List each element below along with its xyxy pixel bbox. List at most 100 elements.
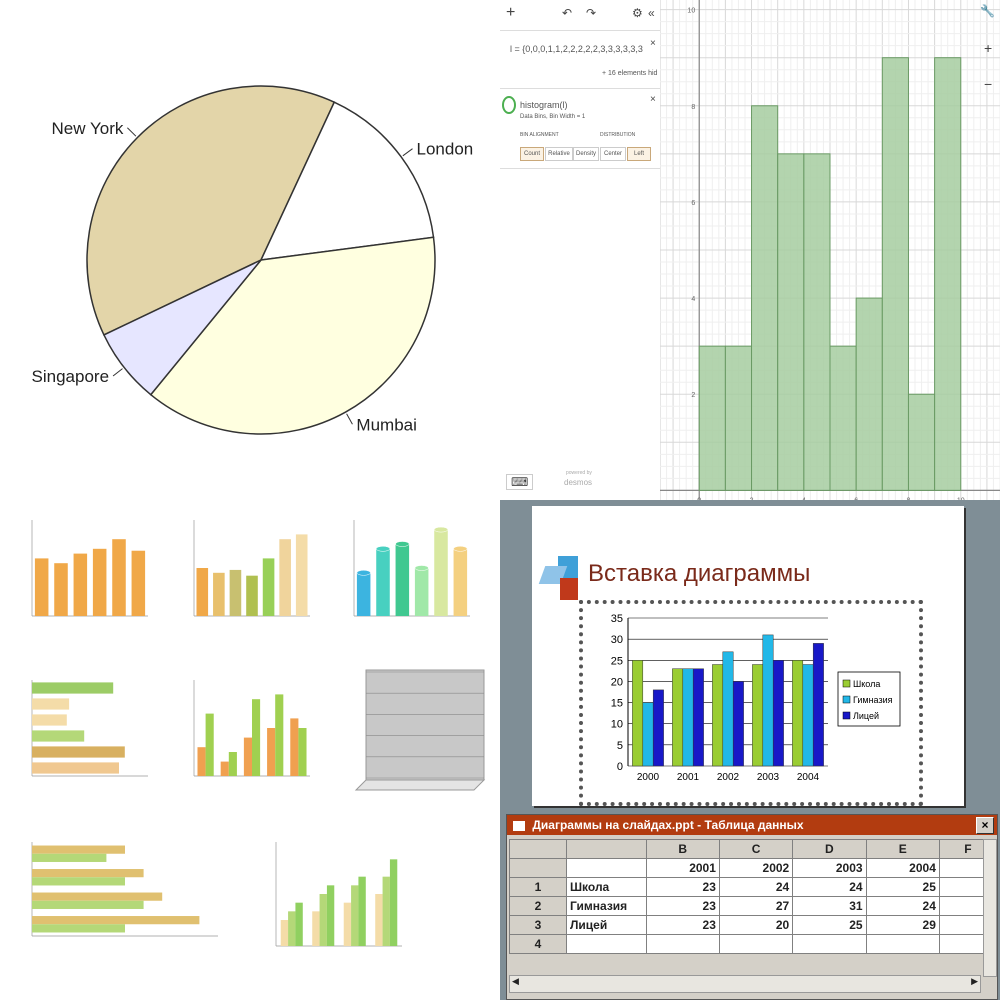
slide-bar	[672, 668, 684, 767]
datasheet-cell[interactable]: 4	[509, 934, 567, 954]
slide-bar	[712, 664, 724, 767]
histogram-graph[interactable]: 0246810246810	[660, 0, 1000, 500]
datasheet-row[interactable]: 2001 2002 2003 2004	[509, 858, 998, 878]
slide-bar-chart[interactable]: 0 5 10 15 20 25 30 35 2000 2001 2002 2003 2004 Школа Г…	[584, 606, 920, 802]
keyboard-icon[interactable]: ⌨	[506, 474, 534, 490]
settings-gear-icon[interactable]: ⚙	[632, 6, 643, 20]
datasheet-cell[interactable]: 29	[865, 915, 940, 935]
group-b-label: DISTRIBUTION	[600, 132, 636, 138]
formula-row[interactable]: l = {0,0,0,1,1,2,2,2,2,2,3,3,3,3,3,3	[510, 44, 643, 54]
mini-bar	[112, 539, 126, 616]
datasheet-cell[interactable]: 24	[792, 877, 867, 897]
wrench-icon[interactable]: 🔧	[980, 4, 995, 18]
pie-leader-line	[127, 127, 137, 137]
datasheet-cell[interactable]: D	[792, 839, 867, 859]
datasheet-cell[interactable]	[718, 934, 794, 954]
mini-bar	[131, 550, 146, 616]
datasheet-cell[interactable]: 25	[865, 877, 940, 897]
scroll-right-icon[interactable]: ▶	[971, 976, 978, 987]
datasheet-row[interactable]: 2 Гимназия 23 27 31 24	[509, 896, 998, 916]
y-tick-label: 2	[691, 392, 695, 399]
mini-bar	[228, 752, 237, 776]
datasheet-cell[interactable]: 24	[718, 877, 794, 897]
datasheet-cell[interactable]: C	[718, 839, 794, 859]
datasheet-cell[interactable]: 2004	[865, 858, 940, 878]
mini-bar	[288, 911, 296, 946]
datasheet-cell[interactable]: 1	[509, 877, 567, 897]
mini-bar	[32, 714, 67, 726]
datasheet-cell[interactable]	[566, 858, 647, 878]
datasheet-cell[interactable]	[509, 839, 567, 859]
count-button[interactable]: Count	[520, 147, 544, 161]
mini-bar	[32, 892, 163, 901]
y-tick-label: 8	[691, 104, 695, 111]
zoom-out-icon[interactable]: −	[984, 76, 992, 92]
mini-bar	[32, 730, 85, 742]
relative-button[interactable]: Relative	[545, 147, 573, 161]
add-expression-icon[interactable]: +	[506, 4, 515, 22]
density-button[interactable]: Density	[573, 147, 599, 161]
mini-bar	[252, 699, 261, 776]
datasheet-cell[interactable]: 24	[865, 896, 940, 916]
datasheet-table[interactable]: B C D E F 2001 2002 2003 2004 1 Школа 23 24 24 25 2 Гимн…	[509, 839, 998, 954]
datasheet-cell[interactable]: B	[645, 839, 720, 859]
scroll-left-icon[interactable]: ◀	[512, 976, 519, 987]
datasheet-row[interactable]: 3 Лицей 23 20 25 29	[509, 915, 998, 935]
delete-histogram-icon[interactable]: ×	[650, 94, 656, 105]
center-button[interactable]: Center	[600, 147, 626, 161]
mini-bar	[32, 900, 144, 909]
collapse-panel-icon[interactable]: «	[648, 6, 655, 20]
mini-bar	[32, 877, 125, 886]
mini-bar	[54, 563, 68, 616]
slide-logo-icon	[538, 556, 586, 602]
datasheet-row[interactable]: 1 Школа 23 24 24 25	[509, 877, 998, 897]
vertical-scrollbar[interactable]	[983, 839, 997, 977]
datasheet-cell[interactable]	[792, 934, 867, 954]
horizontal-scrollbar[interactable]: ◀ ▶	[509, 975, 981, 993]
legend-swatch	[842, 679, 851, 688]
zoom-in-icon[interactable]: +	[984, 40, 992, 56]
datasheet-cell[interactable]: Лицей	[566, 915, 647, 935]
datasheet-cell[interactable]: 23	[645, 915, 720, 935]
mini-bar	[326, 885, 335, 946]
datasheet-cell[interactable]: 20	[718, 915, 794, 935]
datasheet-cell[interactable]: 23	[645, 896, 720, 916]
datasheet-column-header[interactable]: BCDEF	[509, 839, 998, 859]
datasheet-cell[interactable]	[645, 934, 720, 954]
datasheet-cell[interactable]: 2001	[645, 858, 720, 878]
datasheet-cell[interactable]: 23	[645, 877, 720, 897]
series-color-icon[interactable]	[502, 96, 516, 114]
datasheet-cell[interactable]: Школа	[566, 877, 647, 897]
datasheet-cell[interactable]: 3	[509, 915, 567, 935]
undo-icon[interactable]: ↶	[562, 6, 572, 20]
histogram-bar	[698, 345, 726, 491]
datasheet-cell[interactable]: E	[865, 839, 940, 859]
legend-label: Лицей	[853, 711, 879, 721]
slide-x-tick: 2000	[637, 772, 660, 783]
datasheet-cell[interactable]	[566, 839, 647, 859]
slide-x-tick: 2002	[717, 772, 740, 783]
datasheet-cell[interactable]	[566, 934, 647, 954]
slide-bar	[762, 634, 774, 767]
datasheet-cell[interactable]: Гимназия	[566, 896, 647, 916]
datasheet-row[interactable]: 4	[509, 934, 998, 954]
slide-bar	[722, 651, 734, 767]
slide-bar	[692, 668, 704, 767]
mini-bar	[356, 572, 371, 616]
datasheet-cell[interactable]: 2002	[718, 858, 794, 878]
mini-bar	[197, 747, 206, 776]
datasheet-cell[interactable]: 2	[509, 896, 567, 916]
datasheet-cell[interactable]	[509, 858, 567, 878]
datasheet-cell[interactable]: 27	[718, 896, 794, 916]
datasheet-cell[interactable]	[865, 934, 940, 954]
datasheet-cell[interactable]: 2003	[792, 858, 867, 878]
delete-expression-icon[interactable]: ×	[650, 38, 656, 49]
mini-bar	[205, 713, 214, 776]
mini-bar-cap	[375, 546, 391, 552]
close-button[interactable]: ×	[976, 817, 994, 834]
histogram-bar	[777, 153, 805, 491]
datasheet-cell[interactable]: 25	[792, 915, 867, 935]
redo-icon[interactable]: ↷	[586, 6, 596, 20]
datasheet-cell[interactable]: 31	[792, 896, 867, 916]
left-button[interactable]: Left	[627, 147, 651, 161]
